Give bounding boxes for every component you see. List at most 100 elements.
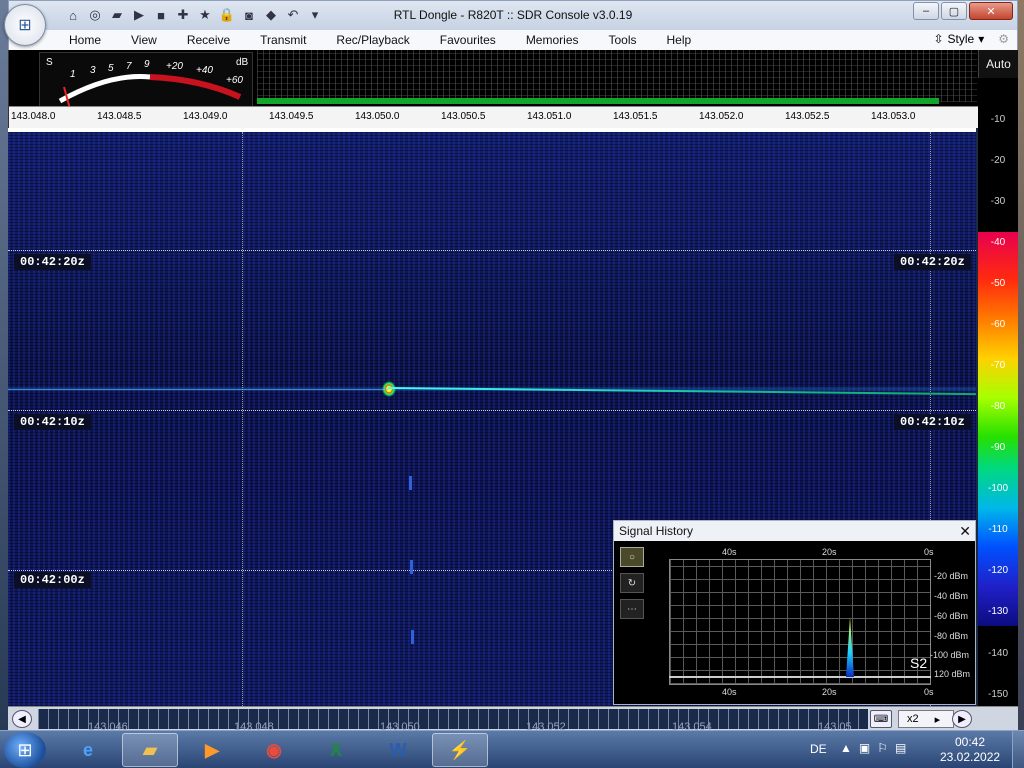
frequency-scale[interactable]: 143.048.0 143.048.5 143.049.0 143.049.5 143.… (9, 106, 979, 128)
word-icon[interactable]: W (370, 733, 426, 767)
signal-history-close-button[interactable]: ✕ (959, 521, 971, 541)
maximize-button[interactable]: ▢ (941, 2, 967, 20)
s-label: S (46, 57, 53, 68)
app-menu-button[interactable]: ⊞ (4, 4, 46, 46)
menu-bar: Home View Receive Transmit Rec/Playback Favou… (8, 30, 1018, 50)
time-axis-label: 40s (722, 547, 737, 557)
db-tick-label: -110 (988, 524, 1008, 535)
media-player-icon[interactable]: ▶ (184, 733, 240, 767)
frequency-tick-label: 143.049.0 (183, 111, 228, 122)
keyboard-button[interactable]: ⌨ (870, 710, 892, 728)
s-tick: 5 (108, 63, 114, 74)
frequency-tick-label: 143.052.0 (699, 111, 744, 122)
db-tick-label: -120 (987, 565, 1008, 576)
forward-icon: ▶ (958, 713, 966, 725)
show-desktop-button[interactable] (1012, 731, 1024, 768)
network-icon[interactable]: ⚐ (877, 741, 888, 755)
title-bar: ⌂ ◎ ▰ ▶ ■ ✚ ★ 🔒 ◙ ◆ ↶ ▾ RTL Dongle - R820T :: SDR C… (8, 0, 1018, 30)
dbm-axis-label: -20 dBm (934, 571, 969, 581)
taskbar: ⊞ e ▰ ▶ ◉ X W ⚡ DE ▲ ▣ ⚐ ▤ 00:42 23.02.2022 (0, 730, 1024, 768)
db-tick-label: -100 (987, 483, 1008, 494)
reset-icon[interactable]: ↻ (620, 573, 644, 593)
frequency-scroll-bar: ◀ 143.046 143.048 143.050 143.052 143.054 143… (8, 706, 1018, 733)
settings-icon[interactable]: ⚙ (998, 32, 1009, 46)
internet-explorer-icon[interactable]: e (60, 733, 116, 767)
menu-item-favourites[interactable]: Favourites (440, 33, 496, 47)
window-title: RTL Dongle - R820T :: SDR Console v3.0.1… (393, 8, 633, 22)
keyboard-icon: ⌨ (873, 713, 889, 725)
style-label: Style (947, 32, 975, 46)
menu-item-memories[interactable]: Memories (526, 33, 579, 47)
minimize-button[interactable]: – (913, 2, 939, 20)
menu-item-home[interactable]: Home (69, 33, 101, 47)
frequency-tick-label: 143.049.5 (269, 111, 314, 122)
waterfall-color-bar[interactable]: -40 -50 -60 -70 -80 -90 -100 -110 -120 -130 (978, 232, 1018, 626)
zoom-button[interactable]: x2 ▸ (898, 710, 954, 728)
usb-icon[interactable]: ▣ (859, 741, 870, 755)
menu-item-view[interactable]: View (131, 33, 157, 47)
signal-history-tools: ○ ↻ ⋯ (620, 547, 644, 619)
s-tick: 9 (144, 59, 150, 70)
menu-item-rec-playback[interactable]: Rec/Playback (336, 33, 409, 47)
close-button[interactable]: ✕ (969, 2, 1013, 20)
monitor-icon[interactable]: ▤ (895, 741, 906, 755)
time-grid-line (8, 410, 976, 411)
db-tick-label: -140 (987, 648, 1008, 659)
frequency-tick-label: 143.048.5 (97, 111, 142, 122)
show-hidden-icons-icon[interactable]: ▲ (840, 741, 852, 755)
time-label-left: 00:42:00z (14, 572, 91, 588)
menu-item-receive[interactable]: Receive (187, 33, 230, 47)
menu-item-help[interactable]: Help (667, 33, 692, 47)
desktop-background-left (0, 0, 8, 730)
signal-blip (409, 476, 412, 490)
frequency-tick-label: 143.053.0 (871, 111, 916, 122)
signal-history-header: Signal History ✕ (614, 521, 975, 541)
signal-blip (411, 630, 414, 644)
s-meter: S dB 1 3 5 7 9 +20 +40 +60 (39, 52, 253, 110)
auto-button[interactable]: Auto (978, 50, 1018, 78)
scroll-right-button[interactable]: ▶ (952, 710, 972, 728)
excel-icon[interactable]: X (308, 733, 364, 767)
db-tick-label: -20 (990, 155, 1006, 166)
db-tick-label: -80 (990, 401, 1006, 412)
chevron-right-icon: ▸ (934, 713, 941, 726)
dbm-axis-label: -80 dBm (934, 631, 969, 641)
dbm-axis-label: -100 dBm (930, 650, 970, 660)
frequency-scroll-track[interactable]: 143.046 143.048 143.050 143.052 143.054 143.0… (38, 709, 868, 733)
signal-history-panel[interactable]: Signal History ✕ ○ ↻ ⋯ 40s 20s 0s -20 dBm … (613, 520, 976, 705)
record-toggle-icon[interactable]: ○ (620, 547, 644, 567)
menu-item-tools[interactable]: Tools (609, 33, 637, 47)
chrome-icon[interactable]: ◉ (246, 733, 302, 767)
style-selector[interactable]: ⇳ Style ▾ ⚙ (933, 32, 1009, 46)
menu-item-transmit[interactable]: Transmit (260, 33, 306, 47)
signal-blip (410, 560, 413, 574)
time-label-left: 00:42:20z (14, 254, 91, 270)
system-tray: ▲ ▣ ⚐ ▤ (840, 741, 906, 755)
style-spinner-icon: ⇳ (933, 32, 944, 46)
more-icon[interactable]: ⋯ (620, 599, 644, 619)
db-tick: +20 (166, 61, 183, 72)
dbm-axis-label: -60 dBm (934, 611, 969, 621)
db-tick-label: -70 (990, 360, 1006, 371)
time-axis-label: 40s (722, 687, 737, 697)
db-tick-label: -50 (990, 278, 1006, 289)
frequency-tick-label: 143.052.5 (785, 111, 830, 122)
db-tick-label: -10 (990, 114, 1006, 125)
file-explorer-icon[interactable]: ▰ (122, 733, 178, 767)
menu-items: Home View Receive Transmit Rec/Playback Favou… (69, 33, 721, 47)
desktop-background-right (1018, 0, 1024, 730)
start-button[interactable]: ⊞ (4, 732, 46, 768)
spectrum-display[interactable]: S dB 1 3 5 7 9 +20 +40 +60 143.048.0 143.… (8, 50, 979, 128)
scroll-left-button[interactable]: ◀ (12, 710, 32, 728)
sdr-console-icon[interactable]: ⚡ (432, 733, 488, 767)
frequency-marker-line (242, 132, 243, 706)
clock[interactable]: 00:42 23.02.2022 (940, 735, 1000, 765)
windows-logo-icon: ⊞ (17, 739, 33, 760)
db-tick: +40 (196, 65, 213, 76)
dbm-axis-label: -40 dBm (934, 591, 969, 601)
db-tick: +60 (226, 75, 243, 86)
language-indicator[interactable]: DE (810, 742, 827, 756)
frequency-tick-label: 143.050.0 (355, 111, 400, 122)
time-label-right: 00:42:20z (894, 254, 971, 270)
time-grid-line (8, 250, 976, 251)
